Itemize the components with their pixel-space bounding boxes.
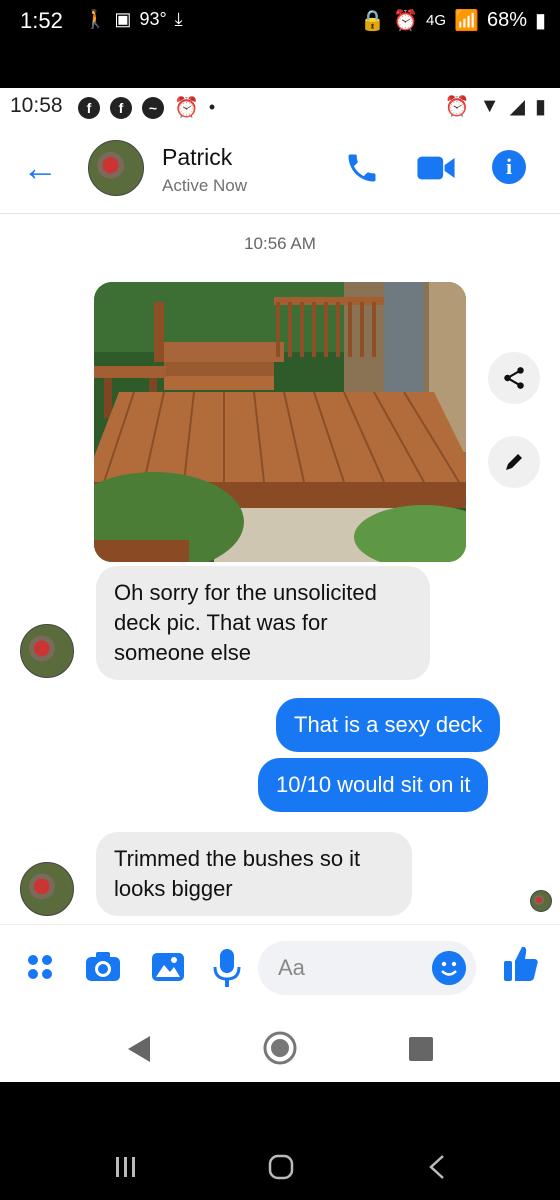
back-nav-icon[interactable] xyxy=(428,1154,446,1180)
inner-clock: 10:58 xyxy=(10,94,63,117)
signal-icon: ◢ xyxy=(509,96,525,118)
battery-icon: ▮ xyxy=(534,96,546,118)
download-icon: ⤓ xyxy=(174,9,183,29)
camera-icon[interactable] xyxy=(84,947,122,987)
temperature-text: 93° xyxy=(139,9,167,29)
deck-photo[interactable] xyxy=(94,282,466,562)
thumbs-up-icon[interactable] xyxy=(502,943,540,985)
battery-percent: 68% xyxy=(486,9,527,31)
share-button[interactable] xyxy=(488,352,540,404)
chat-header: ← Patrick Active Now i xyxy=(0,128,560,214)
facebook-icon: f xyxy=(110,96,132,119)
more-dot-icon: • xyxy=(208,97,216,117)
message-timestamp: 10:56 AM xyxy=(244,234,316,253)
microphone-icon[interactable] xyxy=(212,947,242,989)
recents-nav-icon[interactable] xyxy=(408,1036,434,1062)
video-icon[interactable] xyxy=(416,152,456,184)
gallery-notification-icon: ▣ xyxy=(114,9,132,29)
alarm-icon: ⏰ xyxy=(393,10,419,32)
share-icon xyxy=(504,367,524,389)
outer-nav-bar xyxy=(0,1082,560,1200)
wifi-icon: ▼ xyxy=(479,95,500,117)
home-nav-icon[interactable] xyxy=(268,1154,294,1180)
inner-status-bar: 10:58 f f ~ ⏰ • ⏰ ▼ ◢ ▮ xyxy=(0,88,560,128)
contact-name[interactable]: Patrick xyxy=(162,144,232,171)
contact-status: Active Now xyxy=(162,176,248,195)
outer-clock: 1:52 xyxy=(20,8,63,33)
messenger-screen: 10:58 f f ~ ⏰ • ⏰ ▼ ◢ ▮ ← Patrick Active… xyxy=(0,88,560,1082)
pencil-icon xyxy=(506,454,522,470)
menu-dots-icon[interactable] xyxy=(24,947,56,987)
outgoing-message[interactable]: 10/10 would sit on it xyxy=(258,758,489,812)
contact-avatar[interactable] xyxy=(20,862,74,916)
messenger-icon: ~ xyxy=(142,96,164,119)
alarm-icon: ⏰ xyxy=(174,97,199,119)
message-composer: Aa xyxy=(0,924,560,1014)
incoming-message[interactable]: Oh sorry for the unsolicited deck pic. T… xyxy=(96,566,430,680)
inner-nav-bar xyxy=(0,1018,560,1082)
back-nav-icon[interactable] xyxy=(126,1034,152,1064)
lock-icon: 🔒 xyxy=(360,10,386,32)
gallery-icon[interactable] xyxy=(150,947,186,987)
facebook-icon: f xyxy=(78,96,100,119)
recents-nav-icon[interactable] xyxy=(114,1156,138,1178)
emoji-icon[interactable] xyxy=(432,951,466,985)
back-arrow-icon[interactable]: ← xyxy=(22,150,58,186)
info-icon[interactable]: i xyxy=(492,150,526,184)
seen-avatar xyxy=(530,890,552,912)
message-input[interactable]: Aa xyxy=(258,941,476,995)
network-label: 4G xyxy=(426,12,447,29)
signal-icon: 📶 xyxy=(454,10,479,32)
home-nav-icon[interactable] xyxy=(262,1030,298,1066)
phone-icon[interactable] xyxy=(344,150,380,186)
contact-avatar[interactable] xyxy=(88,140,144,196)
incoming-message[interactable]: Trimmed the bushes so it looks bigger xyxy=(96,832,412,916)
outer-status-bar: 1:52 🚶 ▣ 93° ⤓ 🔒 ⏰ 4G 📶 68% ▮ xyxy=(0,0,560,88)
walking-icon: 🚶 xyxy=(84,9,107,29)
message-placeholder: Aa xyxy=(278,955,305,980)
contact-avatar[interactable] xyxy=(20,624,74,678)
battery-icon: ▮ xyxy=(534,10,546,32)
alarm-icon: ⏰ xyxy=(444,96,470,118)
outgoing-message[interactable]: That is a sexy deck xyxy=(276,698,501,752)
edit-button[interactable] xyxy=(488,436,540,488)
